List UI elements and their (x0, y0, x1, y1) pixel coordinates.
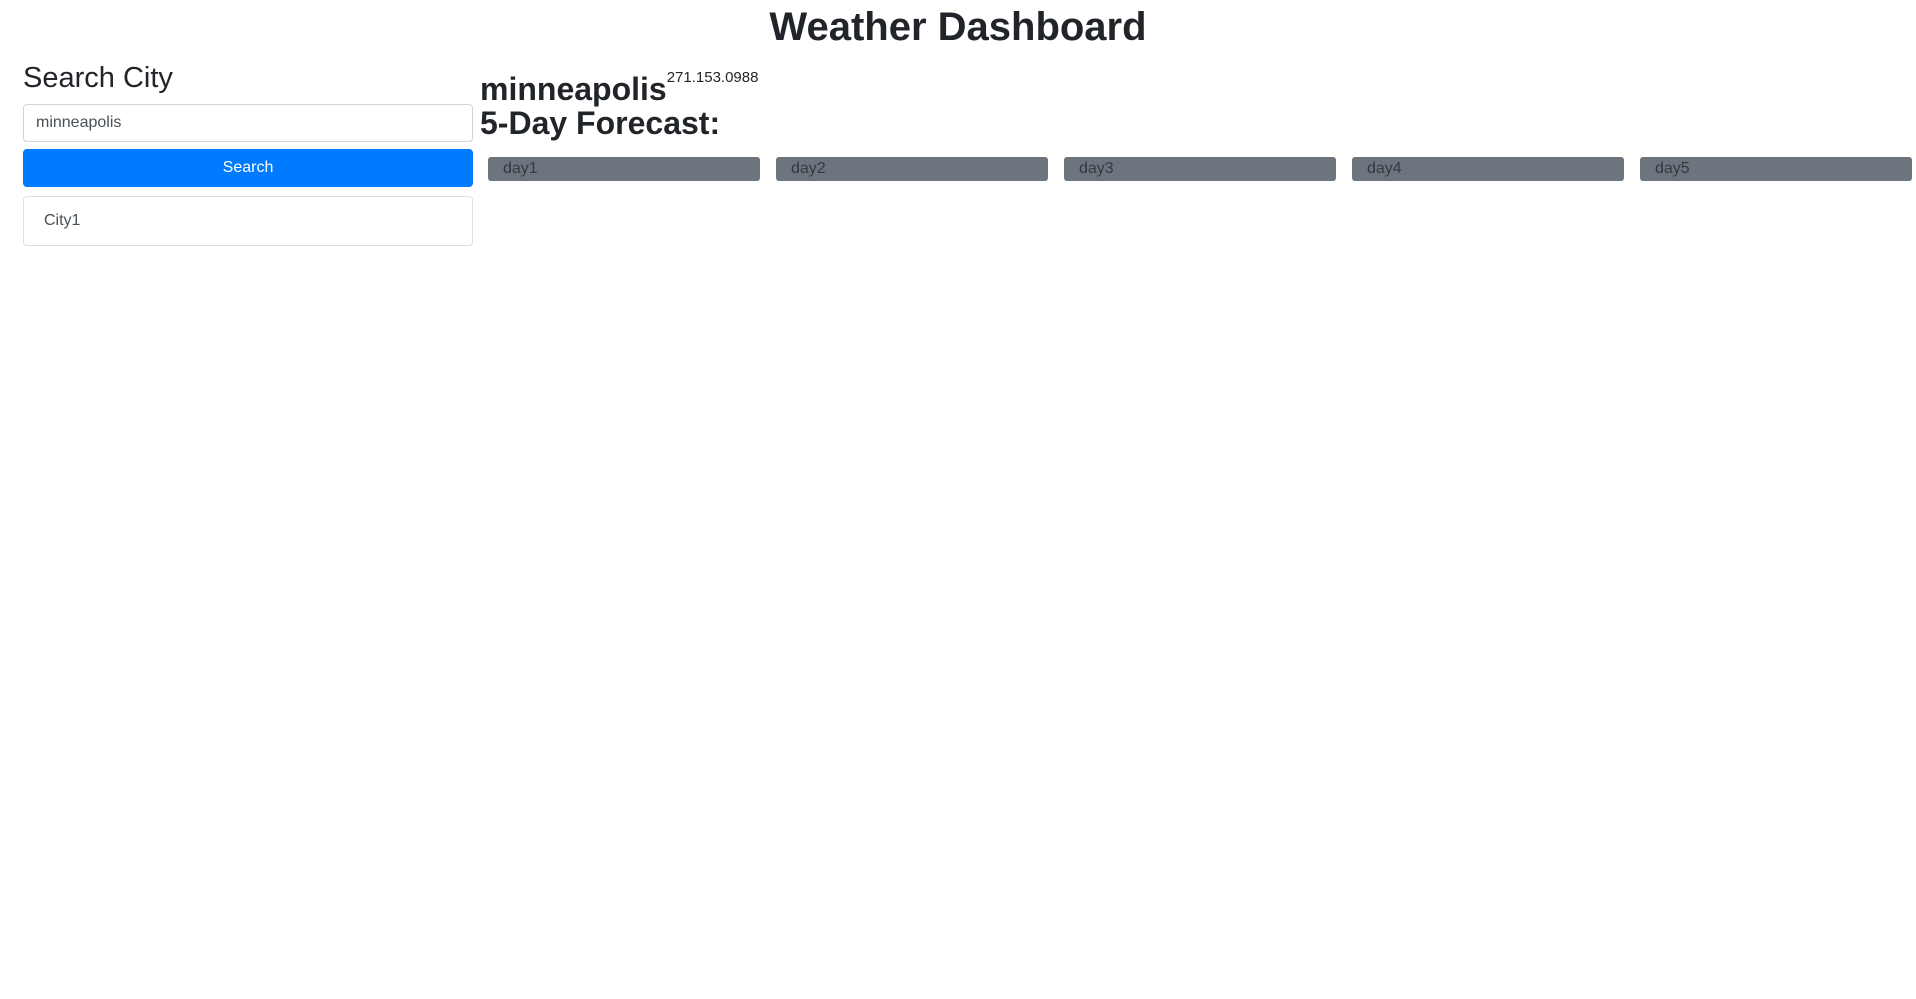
search-city-heading: Search City (23, 62, 173, 94)
forecast-card-day2: day2 (776, 157, 1048, 181)
weather-main: minneapolis271.153.0988 5-Day Forecast: … (480, 58, 1912, 181)
city-coordinates: 271.153.0988 (666, 69, 759, 86)
current-city-row: minneapolis271.153.0988 (480, 58, 1910, 107)
city-search-input[interactable] (23, 104, 473, 142)
forecast-row: day1 day2 day3 day4 day5 (488, 157, 1916, 181)
forecast-card-day4: day4 (1352, 157, 1624, 181)
forecast-heading: 5-Day Forecast: (480, 105, 721, 141)
forecast-card-day3: day3 (1064, 157, 1336, 181)
forecast-card-day5: day5 (1640, 157, 1912, 181)
forecast-card-day1: day1 (488, 157, 760, 181)
city-history-item[interactable]: City1 (24, 197, 472, 245)
current-city-name: minneapolis (480, 71, 667, 107)
search-sidebar: Search City Search City1 (23, 58, 473, 246)
page-title: Weather Dashboard (769, 5, 1147, 49)
search-button[interactable]: Search (23, 149, 473, 187)
search-history-list: City1 (23, 196, 473, 246)
